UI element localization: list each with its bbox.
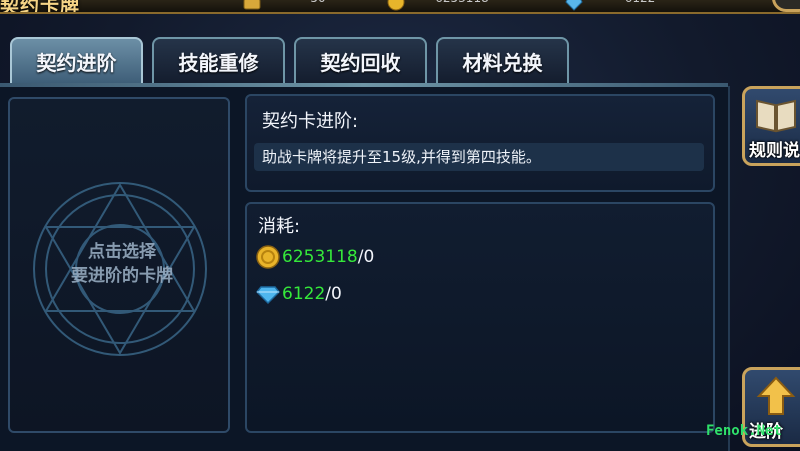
- diamond-have-value: 6122: [282, 284, 326, 304]
- cost-row-gold: 6253118 /0: [256, 244, 374, 270]
- gold-coin-icon: [256, 245, 280, 269]
- rules-button-label: 规则说: [749, 141, 800, 161]
- tab-contract-advance[interactable]: 契约进阶: [10, 37, 143, 83]
- diamond-icon: [565, 0, 583, 11]
- arrow-up-icon: [756, 376, 796, 415]
- tab-divider: [0, 83, 728, 87]
- gold-bar-icon: [243, 0, 261, 10]
- resource-value: 6122: [595, 0, 685, 5]
- rules-button[interactable]: 规则说: [742, 86, 800, 166]
- close-button[interactable]: [772, 0, 800, 12]
- gold-need-value: /0: [357, 247, 375, 267]
- description-title: 契约卡进阶:: [262, 111, 359, 132]
- tab-skill-retrain[interactable]: 技能重修: [152, 37, 285, 83]
- diamond-icon: [256, 286, 280, 305]
- top-bar: 契约卡牌 50 6253118 6122: [0, 0, 800, 14]
- description-body: 助战卡牌将提升至15级,并得到第四技能。: [254, 143, 704, 171]
- cost-row-diamond: 6122 /0: [256, 281, 342, 307]
- gold-have-value: 6253118: [282, 247, 358, 267]
- card-prompt-line2: 要进阶的卡牌: [71, 266, 173, 286]
- book-icon: [756, 99, 796, 133]
- tab-contract-recycle[interactable]: 契约回收: [294, 37, 427, 83]
- watermark: Fenok.Net: [706, 423, 782, 439]
- card-prompt-line1: 点击选择: [88, 242, 156, 262]
- gold-coin-icon: [387, 0, 405, 11]
- page-title: 契约卡牌: [0, 0, 81, 14]
- diamond-need-value: /0: [325, 284, 342, 304]
- cost-panel: [245, 202, 715, 433]
- cost-title: 消耗:: [258, 216, 301, 237]
- resource-value: 50: [273, 0, 363, 5]
- resource-value: 6253118: [417, 0, 507, 5]
- tab-material-exchange[interactable]: 材料兑换: [436, 37, 569, 83]
- card-select-prompt: 点击选择 要进阶的卡牌: [11, 240, 233, 288]
